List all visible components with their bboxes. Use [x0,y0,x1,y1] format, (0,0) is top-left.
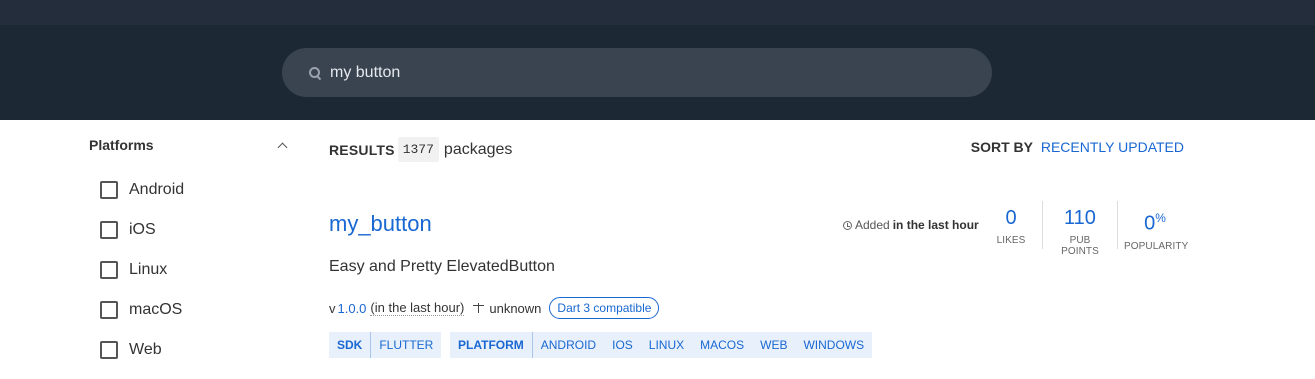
package-description: Easy and Pretty ElevatedButton [329,258,555,275]
platform-filter-label: Linux [129,261,168,278]
sort-control: SORT BY RECENTLY UPDATED [971,139,1184,155]
results-summary: RESULTS 1377 packages [329,137,512,162]
license-text: unknown [489,300,542,316]
platform-tag-android[interactable]: ANDROID [533,332,604,358]
version-time: (in the last hour) [370,300,465,316]
checkbox[interactable] [100,181,118,199]
sdk-tag-head[interactable]: SDK [329,332,372,358]
package-meta: v 1.0.0 (in the last hour) unknown Dart … [329,297,660,319]
popularity-value-wrap: 0% [1124,205,1186,237]
platform-tag-group: PLATFORM ANDROID IOS LINUX MACOS WEB WIN… [450,332,873,358]
platform-filter-web[interactable]: Web [100,341,162,359]
platform-tag-macos[interactable]: MACOS [692,332,752,358]
search-bar[interactable] [282,48,992,97]
top-nav-bar [0,0,1315,25]
dart3-compatible-badge[interactable]: Dart 3 compatible [549,297,660,319]
checkbox[interactable] [100,301,118,319]
checkbox[interactable] [100,341,118,359]
sdk-tag-group: SDK FLUTTER [329,332,442,358]
platform-filter-label: macOS [129,301,183,318]
results-unit: packages [443,140,513,158]
popularity-unit: % [1155,211,1166,225]
checkbox[interactable] [100,261,118,279]
likes-value: 0 [1005,207,1017,229]
results-count: 1377 [397,137,439,162]
pub-points-value: 110 [1064,207,1096,229]
pub-points-label: PUB POINTS [1061,235,1099,257]
platform-filter-ios[interactable]: iOS [100,221,156,239]
chevron-up-icon[interactable] [277,141,287,151]
search-icon [308,66,322,80]
pub-points-metric[interactable]: 110 PUB POINTS [1050,205,1110,257]
platform-filter-label: iOS [129,221,156,238]
package-title-link[interactable]: my_button [329,211,432,237]
platform-filter-macos[interactable]: macOS [100,301,182,319]
platform-filter-linux[interactable]: Linux [100,261,167,279]
popularity-metric[interactable]: 0% POPULARITY [1124,205,1189,252]
likes-metric[interactable]: 0 LIKES [996,205,1026,246]
platform-filter-label: Android [129,181,185,198]
version-link[interactable]: 1.0.0 [338,301,367,316]
metric-divider [1117,201,1118,249]
platforms-filter-title: Platforms [89,137,154,153]
platform-tag-web[interactable]: WEB [752,332,795,358]
balance-scale-icon [473,302,485,314]
platform-tag-ios[interactable]: IOS [604,332,641,358]
added-timestamp: Added in the last hour [843,218,979,232]
added-prefix: Added [855,218,890,232]
added-time: in the last hour [892,218,979,232]
platform-filter-android[interactable]: Android [100,181,184,199]
sort-dropdown[interactable]: RECENTLY UPDATED [1041,139,1184,155]
platform-tag-head[interactable]: PLATFORM [450,332,533,358]
platform-filter-label: Web [129,341,162,358]
platform-tag-linux[interactable]: LINUX [641,332,692,358]
search-input[interactable] [330,63,930,82]
popularity-value: 0 [1144,212,1156,235]
sdk-tag-flutter[interactable]: FLUTTER [371,332,441,358]
platform-tag-windows[interactable]: WINDOWS [795,332,872,358]
sort-label: SORT BY [970,139,1033,155]
clock-icon [843,220,852,230]
checkbox[interactable] [100,221,118,239]
results-label: RESULTS [329,141,395,158]
metric-divider [1042,201,1043,249]
likes-label: LIKES [996,235,1026,246]
popularity-label: POPULARITY [1124,240,1189,252]
version-prefix: v [329,300,336,316]
